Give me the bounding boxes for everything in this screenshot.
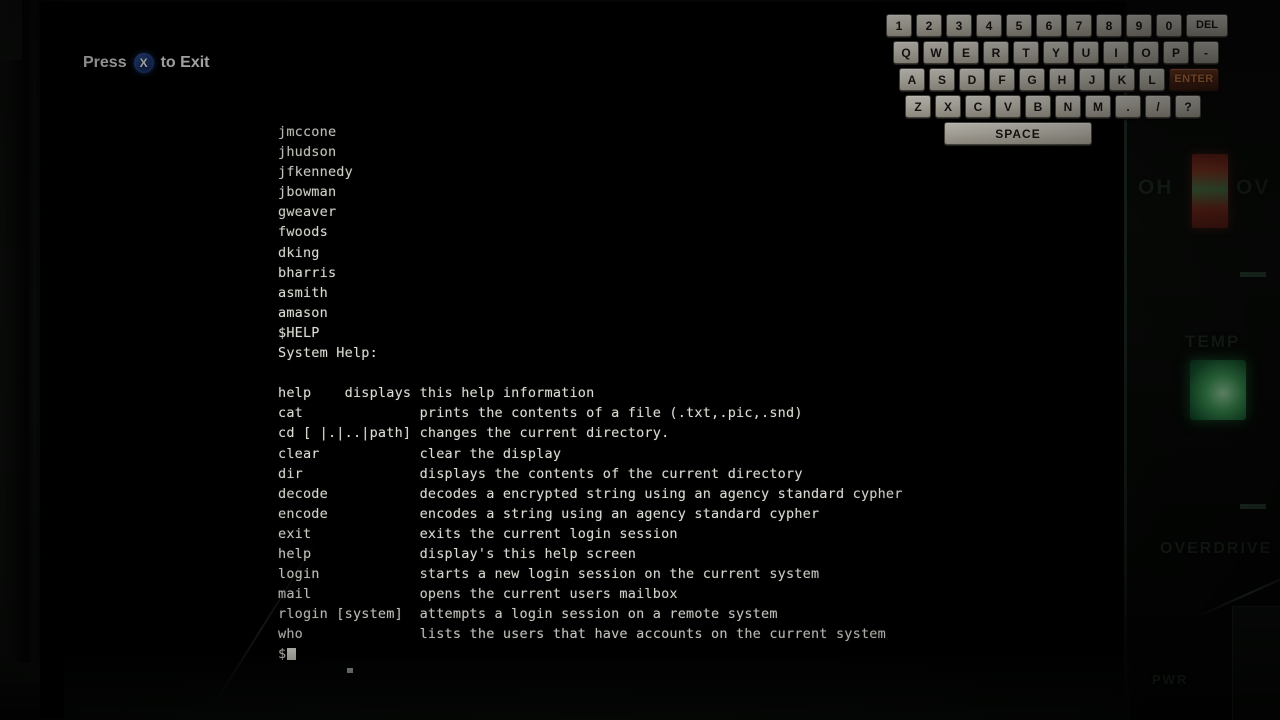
key-i[interactable]: I — [1103, 41, 1129, 64]
key-x[interactable]: X — [935, 95, 961, 118]
terminal-user-line: asmith — [278, 284, 328, 301]
exit-prompt: Press X to Exit — [83, 53, 209, 73]
key-8[interactable]: 8 — [1096, 14, 1122, 37]
key-3[interactable]: 3 — [946, 14, 972, 37]
key-[interactable]: - — [1193, 41, 1219, 64]
panel-label: PWR — [1152, 672, 1189, 687]
terminal-user-line: fwoods — [278, 224, 328, 241]
keyboard-row: SPACE — [886, 122, 1238, 145]
temperature-gauge-indicator — [1190, 360, 1246, 420]
key-j[interactable]: J — [1079, 68, 1105, 91]
key-a[interactable]: A — [899, 68, 925, 91]
left-upper-block — [0, 0, 22, 60]
key-n[interactable]: N — [1055, 95, 1081, 118]
terminal-user-line: jfkennedy — [278, 164, 353, 181]
key-del[interactable]: DEL — [1186, 14, 1228, 37]
terminal-user-line: bharris — [278, 264, 337, 281]
key-b[interactable]: B — [1025, 95, 1051, 118]
key-h[interactable]: H — [1049, 68, 1075, 91]
key-u[interactable]: U — [1073, 41, 1099, 64]
key-c[interactable]: C — [965, 95, 991, 118]
pressure-gauge-indicator — [1192, 154, 1228, 228]
key-q[interactable]: Q — [893, 41, 919, 64]
key-9[interactable]: 9 — [1126, 14, 1152, 37]
x-button-icon[interactable]: X — [133, 53, 154, 73]
keyboard-row: A S D F G H J K L ENTER — [886, 68, 1238, 91]
terminal-help-row: decode decodes a encrypted string using … — [278, 485, 903, 502]
key-m[interactable]: M — [1085, 95, 1111, 118]
key-g[interactable]: G — [1019, 68, 1045, 91]
terminal-user-line: jbowman — [278, 184, 337, 201]
terminal-help-row: encode encodes a string using an agency … — [278, 505, 820, 522]
key-5[interactable]: 5 — [1006, 14, 1032, 37]
key-1[interactable]: 1 — [886, 14, 912, 37]
terminal-entered-command: $HELP — [278, 324, 320, 341]
terminal-help-row: rlogin [system] attempts a login session… — [278, 606, 778, 623]
terminal-help-row: mail opens the current users mailbox — [278, 586, 678, 603]
terminal-user-line: gweaver — [278, 204, 337, 221]
terminal-help-row: login starts a new login session on the … — [278, 566, 820, 583]
keyboard-row: 1 2 3 4 5 6 7 8 9 0 DEL — [886, 14, 1238, 37]
panel-tick-mark — [1240, 504, 1266, 509]
key-d[interactable]: D — [959, 68, 985, 91]
keyboard-row: QWERTYUIOP- — [886, 41, 1238, 64]
key-k[interactable]: K — [1109, 68, 1135, 91]
panel-tick-mark — [1240, 272, 1266, 277]
key-v[interactable]: V — [995, 95, 1021, 118]
panel-label: OVERDRIVE — [1160, 540, 1273, 557]
left-wall-strip-inner — [26, 0, 40, 720]
key-0[interactable]: 0 — [1156, 14, 1182, 37]
panel-label: TEMP — [1185, 332, 1241, 351]
terminal-help-heading: System Help: — [278, 345, 378, 362]
panel-label: OH — [1138, 176, 1174, 199]
terminal-help-row: who lists the users that have accounts o… — [278, 626, 886, 643]
key-6[interactable]: 6 — [1036, 14, 1062, 37]
key-[interactable]: / — [1145, 95, 1171, 118]
terminal-help-row: cat prints the contents of a file (.txt,… — [278, 405, 803, 422]
terminal-help-row: cd [ |.|..|path] changes the current dir… — [278, 425, 670, 442]
key-w[interactable]: W — [923, 41, 949, 64]
key-[interactable]: ? — [1175, 95, 1201, 118]
key-7[interactable]: 7 — [1066, 14, 1092, 37]
key-z[interactable]: Z — [905, 95, 931, 118]
key-t[interactable]: T — [1013, 41, 1039, 64]
terminal-help-row: exit exits the current login session — [278, 525, 678, 542]
panel-label: OV — [1236, 176, 1271, 199]
key-4[interactable]: 4 — [976, 14, 1002, 37]
virtual-keyboard[interactable]: 1 2 3 4 5 6 7 8 9 0 DEL Q W E R T Y U I O P - A S D F G H J K L ENTER Z X… — [886, 14, 1238, 149]
terminal-help-row: help displays this help information — [278, 385, 595, 402]
floor-shadow — [64, 650, 1130, 720]
left-wall-strip — [0, 0, 26, 720]
keyboard-row: Z X C V B N M. /? — [886, 95, 1238, 118]
exit-prompt-suffix: to Exit — [160, 54, 210, 71]
key-o[interactable]: O — [1133, 41, 1159, 64]
key-2[interactable]: 2 — [916, 14, 942, 37]
key-space[interactable]: SPACE — [944, 122, 1092, 145]
terminal-user-line: dking — [278, 244, 320, 261]
exit-prompt-prefix: Press — [83, 54, 127, 71]
key-enter[interactable]: ENTER — [1169, 68, 1219, 91]
key-f[interactable]: F — [989, 68, 1015, 91]
terminal-help-row: clear clear the display — [278, 445, 562, 462]
key-[interactable]: . — [1115, 95, 1141, 118]
terminal-output: jmccone jhudson jfkennedy jbowman gweaver fwo… — [278, 122, 1108, 665]
key-l[interactable]: L — [1139, 68, 1165, 91]
key-s[interactable]: S — [929, 68, 955, 91]
terminal-help-row: help display's this help screen — [278, 545, 637, 562]
terminal-help-row: dir displays the contents of the current… — [278, 465, 803, 482]
terminal-user-line: amason — [278, 304, 328, 321]
key-e[interactable]: E — [953, 41, 979, 64]
panel-lower-housing — [1232, 606, 1280, 720]
key-p[interactable]: P — [1163, 41, 1189, 64]
key-r[interactable]: R — [983, 41, 1009, 64]
key-y[interactable]: Y — [1043, 41, 1069, 64]
game-screen: jmccone jhudson jfkennedy jbowman gweaver fwo… — [0, 0, 1280, 720]
